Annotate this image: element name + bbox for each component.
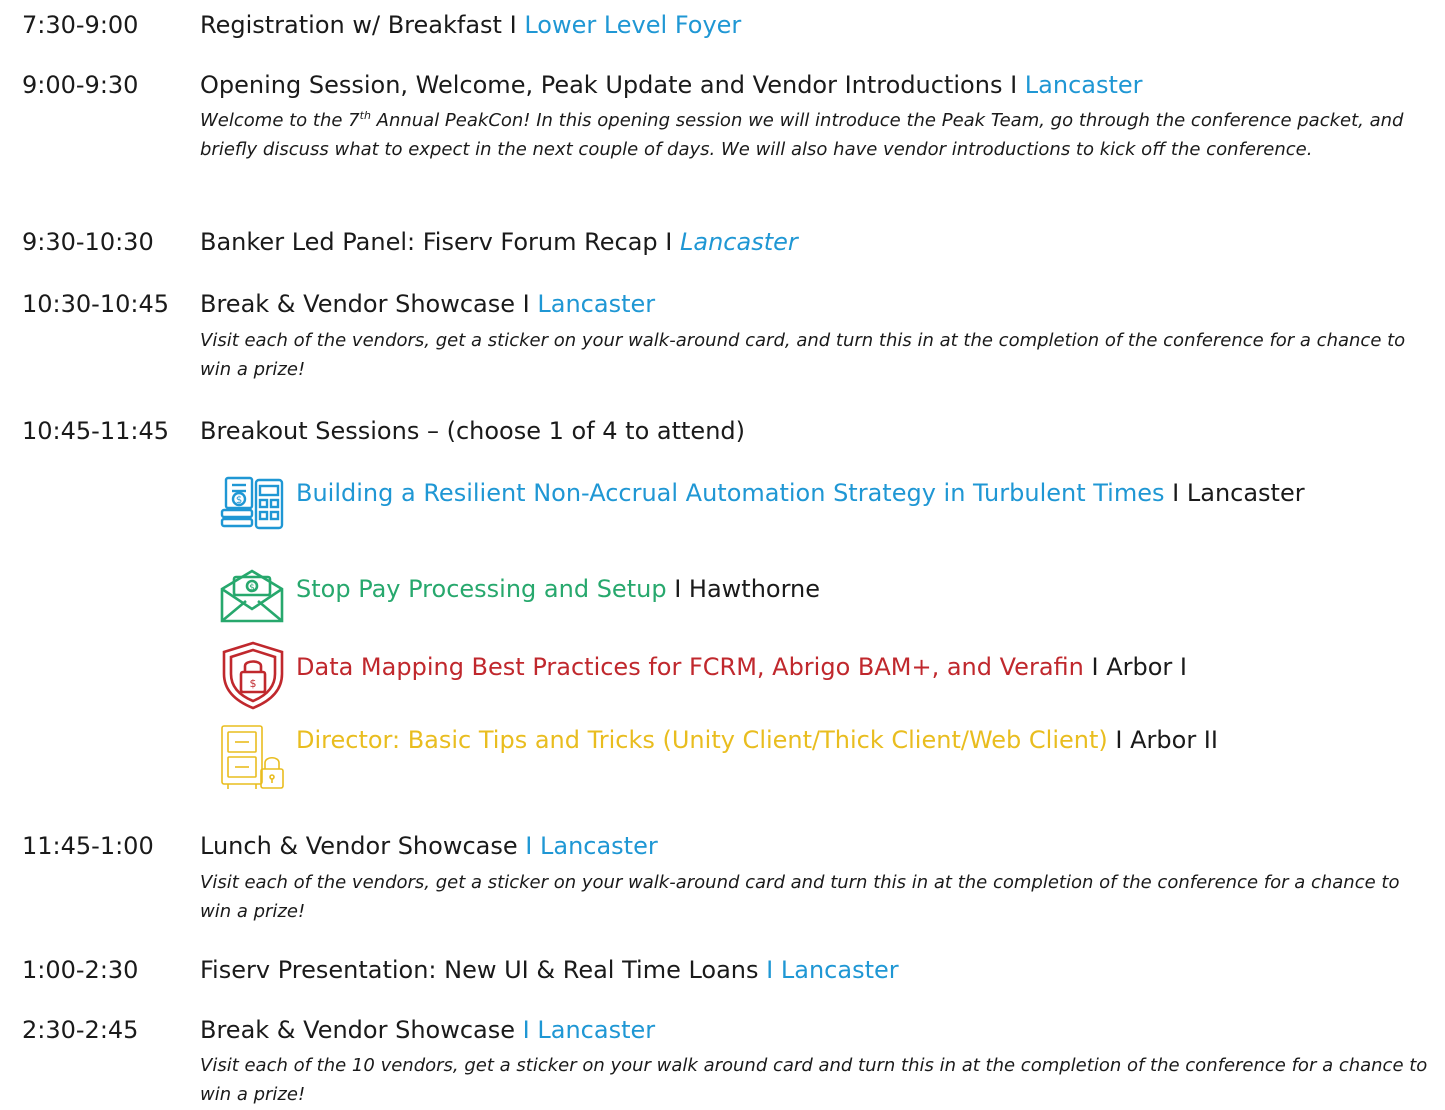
schedule-title: Opening Session, Welcome, Peak Update an… [200,71,1143,99]
breakout-room: Hawthorne [688,575,821,603]
schedule-time: 2:30-2:45 [22,1016,139,1044]
location-label: Lancaster [537,290,656,318]
location-label: Lancaster [537,1016,656,1044]
location-label: Lower Level Foyer [524,11,742,39]
svg-text:$: $ [236,495,242,506]
schedule-title: Fiserv Presentation: New UI & Real Time … [200,956,899,984]
session-description: Visit each of the vendors, get a sticker… [200,330,1406,380]
session-description: Visit each of the 10 vendors, get a stic… [200,1055,1428,1105]
schedule-time: 9:30-10:30 [22,228,154,256]
security-shield-icon: $ [222,641,284,710]
schedule-time: 11:45-1:00 [22,832,154,860]
breakout-title: Data Mapping Best Practices for FCRM, Ab… [296,653,1084,681]
schedule-title: Banker Led Panel: Fiserv Forum Recap I L… [200,228,798,256]
breakout-room: Arbor I [1106,653,1187,681]
locked-cabinet-icon [221,725,284,789]
session-description: Visit each of the vendors, get a sticker… [200,872,1400,922]
schedule-time: 7:30-9:00 [22,11,139,39]
schedule-title: Registration w/ Breakfast I Lower Level … [200,11,742,39]
breakout-title: Stop Pay Processing and Setup [296,575,667,603]
session-description: Welcome to the 7th Annual PeakCon! In th… [200,109,1404,160]
location-label: Lancaster [680,228,798,256]
schedule-title: Lunch & Vendor Showcase I Lancaster [200,832,658,860]
breakout-title: Director: Basic Tips and Tricks (Unity C… [296,726,1108,754]
schedule-time: 10:30-10:45 [22,290,169,318]
schedule-title: Break & Vendor Showcase I Lancaster [200,1016,656,1044]
schedule-title: Break & Vendor Showcase I Lancaster [200,290,656,318]
schedule-title: Breakout Sessions – (choose 1 of 4 to at… [200,417,746,445]
breakout-title: Building a Resilient Non-Accrual Automat… [296,479,1165,507]
location-label: Lancaster [780,956,899,984]
svg-text:$: $ [249,583,255,593]
location-label: Lancaster [539,832,658,860]
calculator-documents-icon: $ [220,476,284,530]
schedule-time: 1:00-2:30 [22,956,139,984]
schedule-time: 10:45-11:45 [22,417,169,445]
money-envelope-icon: $ [220,569,284,623]
breakout-room: Lancaster [1186,479,1305,507]
breakout-room: Arbor II [1130,726,1218,754]
schedule-time: 9:00-9:30 [22,71,139,99]
location-label: Lancaster [1024,71,1143,99]
svg-text:$: $ [250,677,257,690]
